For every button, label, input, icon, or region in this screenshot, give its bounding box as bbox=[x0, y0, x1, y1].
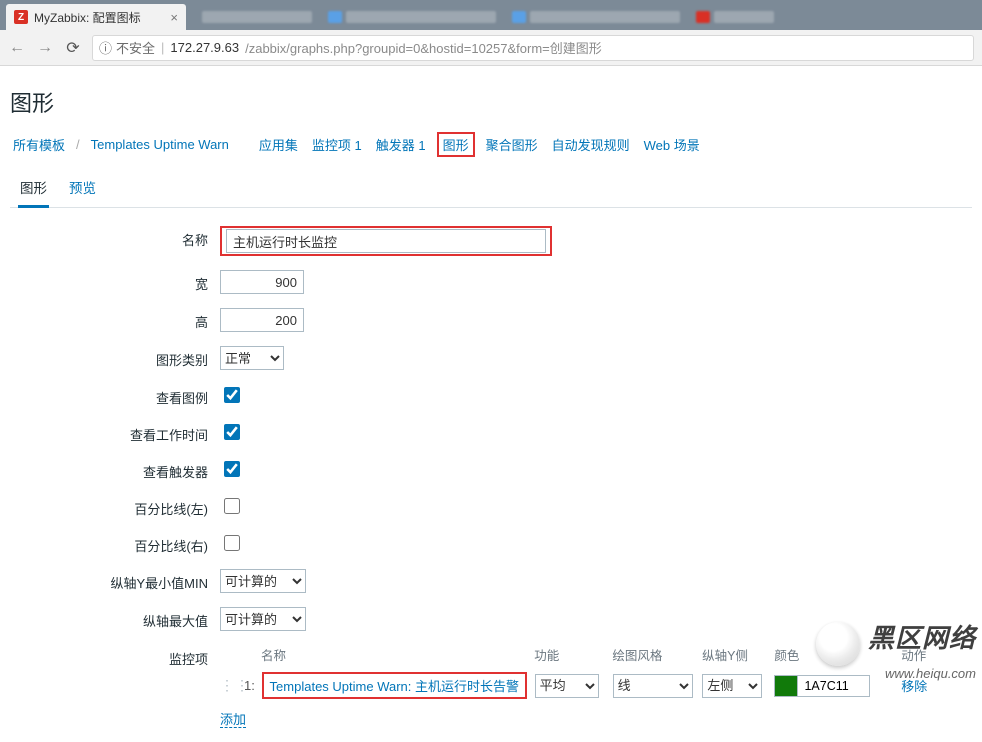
form-tabs: 图形 预览 bbox=[10, 171, 972, 208]
bc-graphs[interactable]: 图形 bbox=[437, 132, 475, 157]
url-path: /zabbix/graphs.php?groupid=0&hostid=1025… bbox=[245, 38, 602, 57]
label-name: 名称 bbox=[10, 226, 220, 249]
label-width: 宽 bbox=[10, 270, 220, 293]
bc-template-name[interactable]: Templates Uptime Warn bbox=[88, 135, 232, 154]
browser-tab-ghost-2[interactable] bbox=[328, 4, 496, 30]
drawstyle-select[interactable]: 线 bbox=[613, 674, 693, 698]
page-title: 图形 bbox=[10, 86, 972, 118]
y-min-select[interactable]: 可计算的 bbox=[220, 569, 306, 593]
label-items: 监控项 bbox=[10, 645, 220, 668]
tab-preview[interactable]: 预览 bbox=[67, 171, 98, 207]
width-field[interactable] bbox=[220, 270, 304, 294]
th-color: 颜色 bbox=[774, 645, 901, 664]
show-legend-checkbox[interactable] bbox=[224, 387, 240, 403]
bc-applications[interactable]: 应用集 bbox=[256, 133, 301, 156]
th-func: 功能 bbox=[534, 645, 612, 664]
browser-tab-ghost-3[interactable] bbox=[512, 4, 680, 30]
row-index: 1: bbox=[244, 678, 262, 693]
insecure-badge[interactable]: ⓘ 不安全 bbox=[99, 38, 155, 57]
label-show-triggers: 查看触发器 bbox=[10, 458, 220, 481]
browser-tab-ghost-1[interactable] bbox=[202, 4, 312, 30]
pct-right-checkbox[interactable] bbox=[224, 535, 240, 551]
label-pct-left: 百分比线(左) bbox=[10, 495, 220, 518]
graph-type-select[interactable]: 正常 bbox=[220, 346, 284, 370]
bc-web[interactable]: Web 场景 bbox=[641, 133, 703, 156]
bc-aggregate[interactable]: 聚合图形 bbox=[483, 133, 541, 156]
label-show-work: 查看工作时间 bbox=[10, 421, 220, 444]
close-icon[interactable]: × bbox=[170, 10, 178, 25]
color-swatch[interactable] bbox=[774, 675, 798, 697]
remove-link[interactable]: 移除 bbox=[901, 679, 927, 694]
items-table: 名称 功能 绘图风格 纵轴Y侧 颜色 动作 ⋮⋮ 1: Templates Up… bbox=[220, 645, 950, 728]
browser-toolbar: ← → ⟳ ⓘ 不安全 | 172.27.9.63/zabbix/graphs.… bbox=[0, 30, 982, 66]
th-axis: 纵轴Y侧 bbox=[702, 645, 774, 664]
table-row: ⋮⋮ 1: Templates Uptime Warn: 主机运行时长告警 平均… bbox=[220, 670, 950, 707]
browser-tab-ghost-4[interactable] bbox=[696, 4, 774, 30]
y-max-select[interactable]: 可计算的 bbox=[220, 607, 306, 631]
zabbix-favicon: Z bbox=[14, 10, 28, 24]
item-name-link[interactable]: Templates Uptime Warn: 主机运行时长告警 bbox=[262, 672, 527, 699]
th-action: 动作 bbox=[901, 645, 950, 664]
bc-triggers[interactable]: 触发器 1 bbox=[373, 133, 429, 156]
tab-title: MyZabbix: 配置图标 bbox=[34, 9, 141, 26]
name-field[interactable] bbox=[226, 229, 546, 253]
add-item-link[interactable]: 添加 bbox=[220, 712, 246, 728]
show-work-checkbox[interactable] bbox=[224, 424, 240, 440]
forward-icon: → bbox=[36, 39, 54, 57]
bc-discovery[interactable]: 自动发现规则 bbox=[549, 133, 633, 156]
label-show-legend: 查看图例 bbox=[10, 384, 220, 407]
label-pct-right: 百分比线(右) bbox=[10, 532, 220, 555]
func-select[interactable]: 平均 bbox=[535, 674, 599, 698]
browser-tabstrip: Z MyZabbix: 配置图标 × bbox=[0, 0, 982, 30]
label-height: 高 bbox=[10, 308, 220, 331]
color-hex-field[interactable] bbox=[798, 675, 870, 697]
tab-graph[interactable]: 图形 bbox=[18, 171, 49, 208]
label-graph-type: 图形类别 bbox=[10, 346, 220, 369]
bc-items[interactable]: 监控项 1 bbox=[309, 133, 365, 156]
breadcrumb: 所有模板 / Templates Uptime Warn 应用集 监控项 1 触… bbox=[10, 132, 972, 157]
pct-left-checkbox[interactable] bbox=[224, 498, 240, 514]
height-field[interactable] bbox=[220, 308, 304, 332]
show-triggers-checkbox[interactable] bbox=[224, 461, 240, 477]
th-style: 绘图风格 bbox=[612, 645, 702, 664]
address-bar[interactable]: ⓘ 不安全 | 172.27.9.63/zabbix/graphs.php?gr… bbox=[92, 35, 974, 61]
th-name: 名称 bbox=[261, 645, 534, 664]
browser-tab-active[interactable]: Z MyZabbix: 配置图标 × bbox=[6, 4, 186, 30]
back-icon[interactable]: ← bbox=[8, 39, 26, 57]
reload-icon[interactable]: ⟳ bbox=[64, 38, 82, 58]
label-y-min: 纵轴Y最小值MIN bbox=[10, 569, 220, 592]
bc-all-templates[interactable]: 所有模板 bbox=[10, 133, 68, 156]
axis-select[interactable]: 左侧 bbox=[702, 674, 762, 698]
label-y-max: 纵轴最大值 bbox=[10, 607, 220, 630]
url-host: 172.27.9.63 bbox=[170, 40, 239, 55]
